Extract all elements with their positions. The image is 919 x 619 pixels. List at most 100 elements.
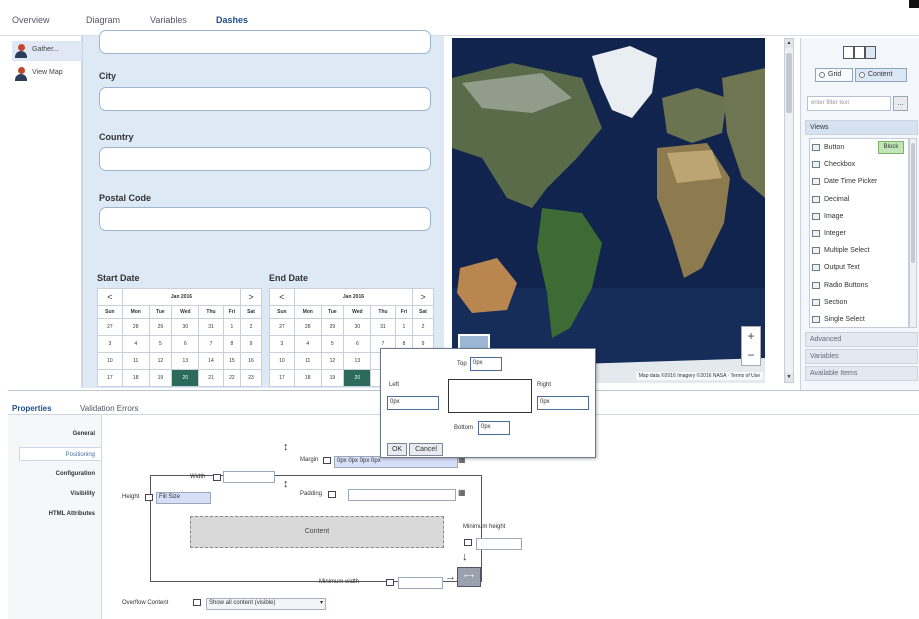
day-cell[interactable]: 13	[343, 352, 372, 370]
day-cell[interactable]: 3	[97, 335, 123, 353]
city-input[interactable]	[99, 87, 431, 111]
address-input[interactable]	[99, 30, 431, 54]
zoom-out-button[interactable]: −	[742, 346, 760, 365]
list-item[interactable]: Button Block	[810, 139, 908, 156]
day-cell[interactable]: 9	[240, 335, 262, 353]
width-input[interactable]	[223, 471, 275, 483]
advanced-section-header[interactable]: Advanced	[805, 332, 918, 347]
padding-input[interactable]	[348, 489, 456, 501]
prev-month-button[interactable]: <	[269, 288, 295, 306]
list-item[interactable]: Date Time Picker	[810, 173, 908, 190]
day-cell[interactable]: 27	[269, 318, 295, 336]
selected-day-cell[interactable]: 20	[171, 369, 200, 387]
day-cell[interactable]: 10	[269, 352, 295, 370]
day-cell[interactable]: 3	[269, 335, 295, 353]
filter-button[interactable]: ...	[893, 96, 908, 111]
day-cell[interactable]: 12	[320, 352, 345, 370]
list-item[interactable]: Radio Buttons	[810, 277, 908, 294]
scroll-down-icon[interactable]: ▼	[785, 373, 793, 382]
day-cell[interactable]: 11	[293, 352, 322, 370]
layout-toggle-icon[interactable]	[843, 46, 877, 60]
day-cell[interactable]: 30	[171, 318, 200, 336]
day-cell[interactable]: 7	[198, 335, 224, 353]
day-cell[interactable]: 2	[240, 318, 262, 336]
min-height-input[interactable]	[476, 538, 522, 550]
day-cell[interactable]: 28	[293, 318, 322, 336]
day-cell[interactable]: 19	[320, 369, 345, 387]
list-item[interactable]: Multiple Select	[810, 242, 908, 259]
next-month-button[interactable]: >	[240, 288, 262, 306]
filter-input[interactable]: enter filter text	[807, 96, 891, 111]
canvas-scrollbar[interactable]: ▲ ▼	[784, 38, 794, 383]
tab-properties[interactable]: Properties	[12, 404, 52, 413]
day-cell[interactable]: 16	[240, 352, 262, 370]
day-cell[interactable]: 6	[171, 335, 200, 353]
day-cell[interactable]: 8	[222, 335, 242, 353]
day-cell[interactable]: 14	[198, 352, 224, 370]
day-cell[interactable]: 13	[171, 352, 200, 370]
list-item[interactable]: Checkbox	[810, 156, 908, 173]
ok-button[interactable]: OK	[387, 443, 407, 456]
list-item[interactable]: Decimal	[810, 191, 908, 208]
tab-overview[interactable]: Overview	[12, 15, 50, 25]
day-cell[interactable]: 22	[222, 369, 242, 387]
day-cell[interactable]: 18	[121, 369, 150, 387]
resize-grip-icon[interactable]: ⟷	[457, 567, 481, 587]
day-cell[interactable]: 27	[97, 318, 123, 336]
day-cell[interactable]: 31	[198, 318, 224, 336]
cancel-button[interactable]: Cancel	[409, 443, 443, 456]
overflow-select[interactable]: Show all content (visible) ▾	[206, 598, 326, 610]
day-cell[interactable]: 4	[293, 335, 322, 353]
day-cell[interactable]: 31	[370, 318, 396, 336]
prev-month-button[interactable]: <	[97, 288, 123, 306]
day-cell[interactable]: 12	[148, 352, 173, 370]
list-item[interactable]: Section	[810, 294, 908, 311]
day-cell[interactable]: 29	[148, 318, 173, 336]
scroll-up-icon[interactable]: ▲	[785, 39, 793, 48]
day-cell[interactable]: 29	[320, 318, 345, 336]
section-configuration[interactable]: Configuration	[7, 467, 101, 481]
section-visibility[interactable]: Visibility	[7, 487, 101, 501]
tab-dashes[interactable]: Dashes	[216, 15, 248, 25]
nav-item-gather[interactable]: Gather...	[12, 41, 82, 61]
day-cell[interactable]: 19	[148, 369, 173, 387]
height-input[interactable]: Fill Size	[156, 492, 211, 504]
bottom-input[interactable]: 0px	[478, 421, 510, 435]
tab-variables[interactable]: Variables	[150, 15, 187, 25]
next-month-button[interactable]: >	[412, 288, 434, 306]
available-items-section-header[interactable]: Available Items	[805, 366, 918, 381]
grid-radio[interactable]: Grid	[815, 68, 853, 82]
selected-day-cell[interactable]: 20	[343, 369, 372, 387]
day-cell[interactable]: 5	[148, 335, 173, 353]
list-item[interactable]: Integer	[810, 225, 908, 242]
day-cell[interactable]: 10	[97, 352, 123, 370]
day-cell[interactable]: 6	[343, 335, 372, 353]
min-width-input[interactable]	[398, 577, 443, 589]
scroll-thumb[interactable]	[911, 143, 915, 263]
top-input[interactable]: 0px	[470, 357, 502, 371]
day-cell[interactable]: 11	[121, 352, 150, 370]
day-cell[interactable]: 18	[293, 369, 322, 387]
section-positioning[interactable]: Positioning	[19, 447, 101, 461]
views-scrollbar[interactable]	[909, 138, 917, 328]
list-item[interactable]: Single Select	[810, 311, 908, 327]
right-input[interactable]: 0px	[537, 396, 589, 410]
postal-code-input[interactable]	[99, 207, 431, 231]
list-item[interactable]: Image	[810, 208, 908, 225]
tab-validation-errors[interactable]: Validation Errors	[80, 404, 139, 413]
section-general[interactable]: General	[7, 427, 101, 441]
section-html-attributes[interactable]: HTML Attributes	[7, 507, 101, 521]
day-cell[interactable]: 30	[343, 318, 372, 336]
content-radio[interactable]: Content	[855, 68, 907, 82]
day-cell[interactable]: 28	[121, 318, 150, 336]
zoom-in-button[interactable]: +	[742, 327, 760, 346]
day-cell[interactable]: 1	[222, 318, 242, 336]
day-cell[interactable]: 1	[394, 318, 414, 336]
list-item[interactable]: Output Text	[810, 259, 908, 276]
country-input[interactable]	[99, 147, 431, 171]
scroll-thumb[interactable]	[786, 53, 792, 113]
grid-icon[interactable]: ▦	[458, 488, 466, 497]
day-cell[interactable]: 21	[198, 369, 224, 387]
nav-item-view-map[interactable]: View Map	[12, 64, 82, 84]
day-cell[interactable]: 15	[222, 352, 242, 370]
